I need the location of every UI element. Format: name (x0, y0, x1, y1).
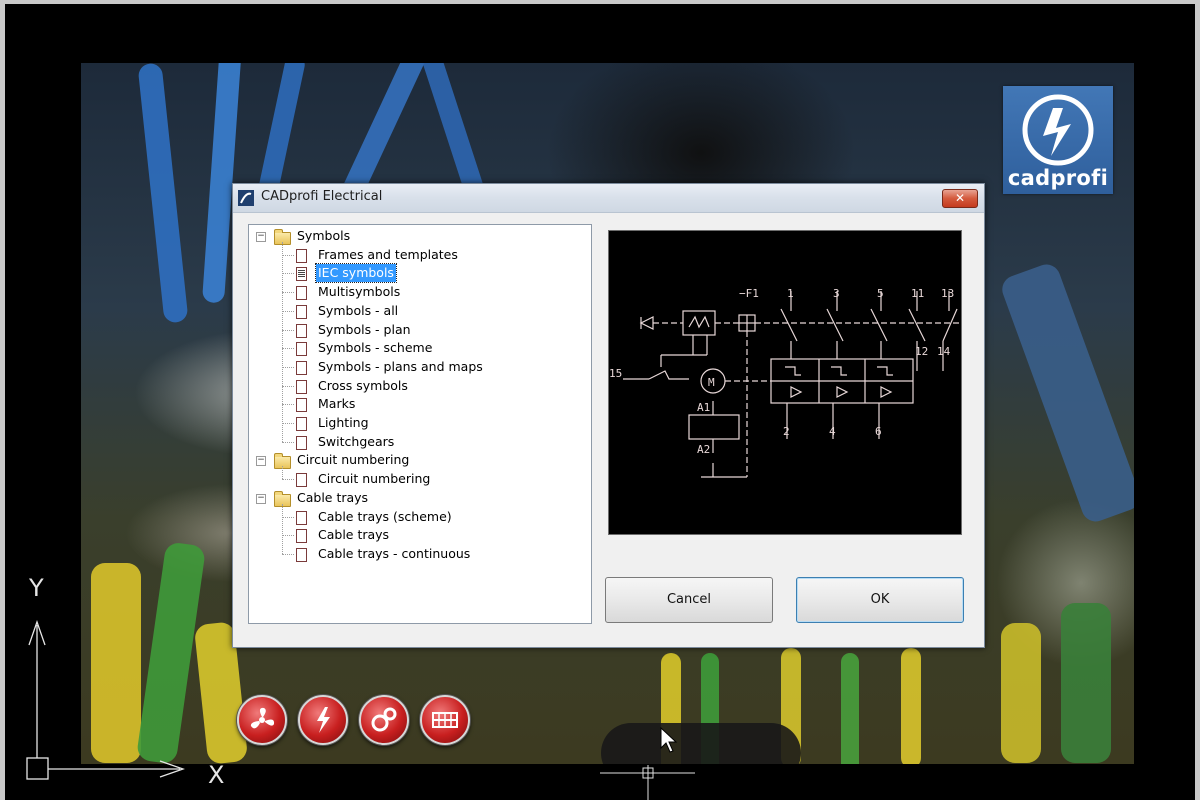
crosshair-cursor (600, 765, 695, 800)
cad-overlay: Y X (26, 574, 695, 800)
ucs-x-label: X (208, 761, 224, 789)
ucs-icon (26, 620, 185, 780)
mouse-pointer-icon (660, 726, 678, 753)
ucs-y-label: Y (28, 574, 44, 602)
